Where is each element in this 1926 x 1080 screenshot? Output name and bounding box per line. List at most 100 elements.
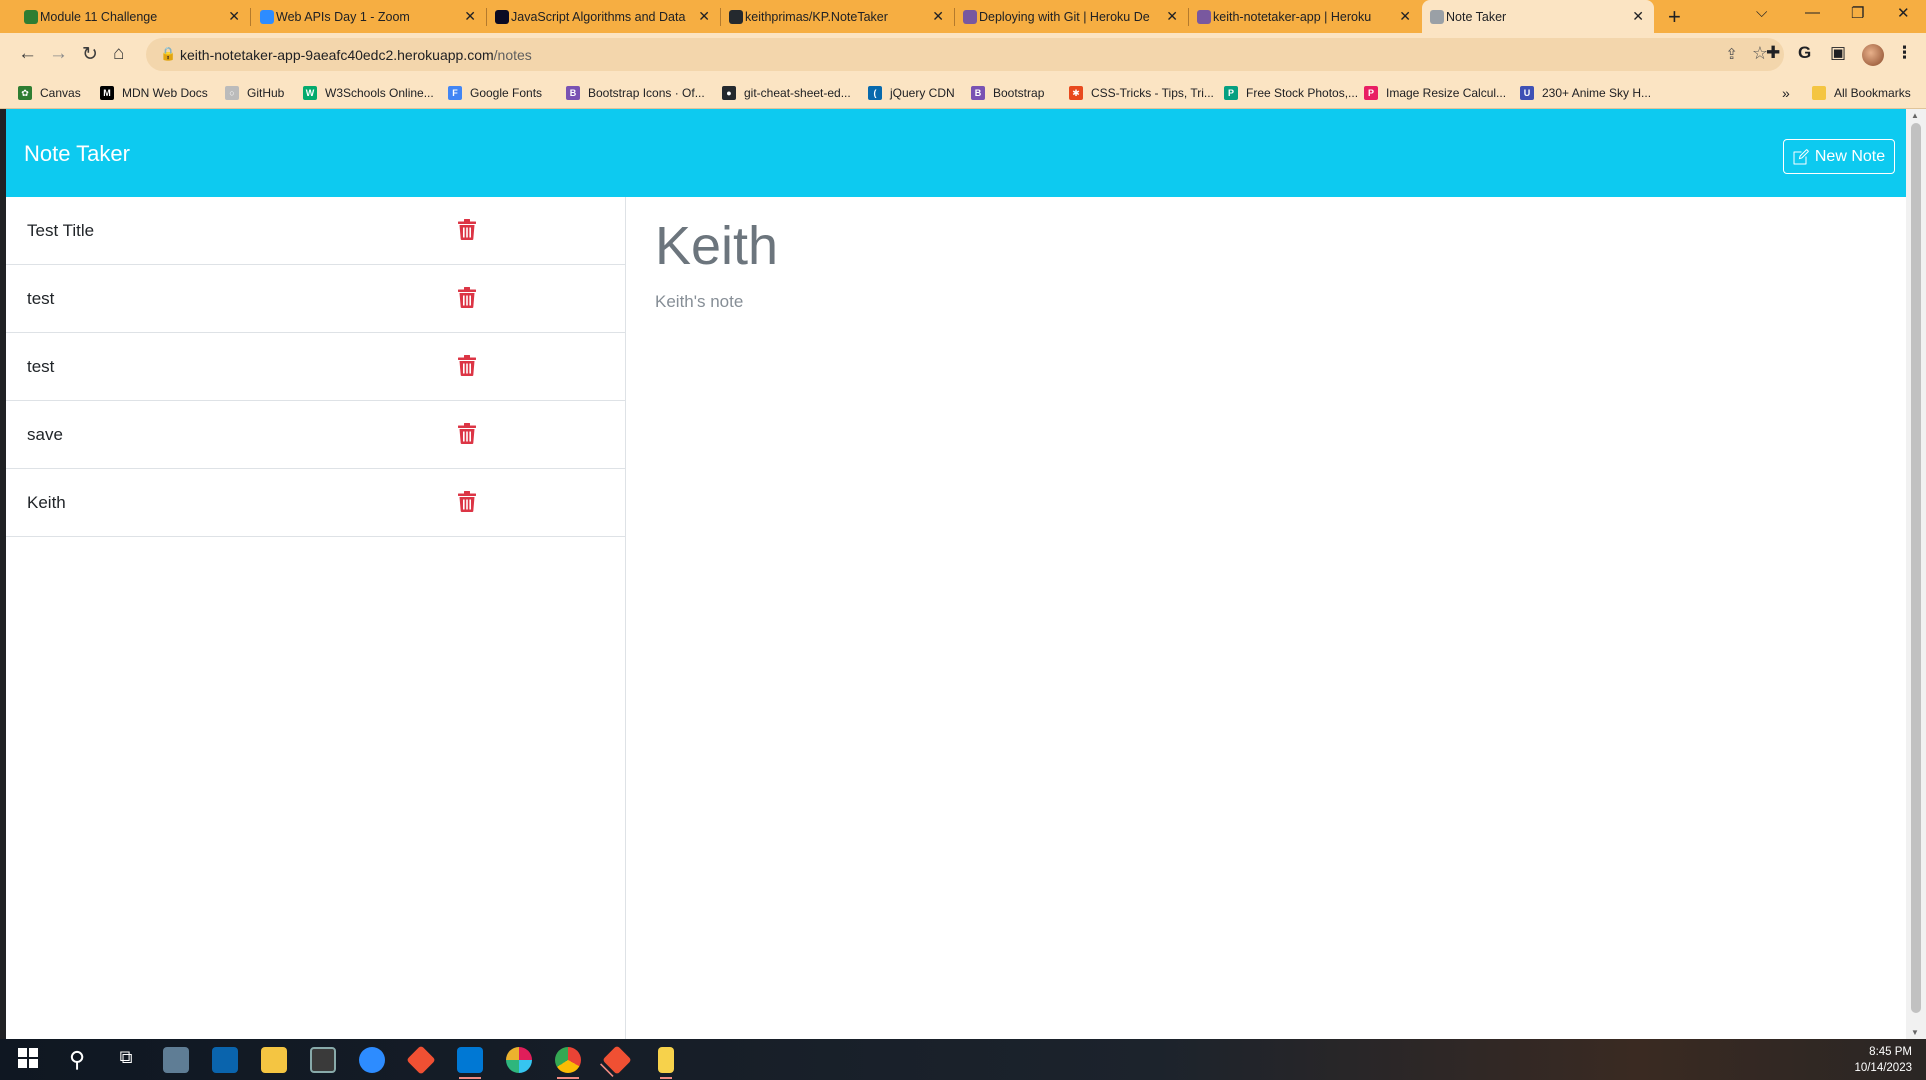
bookmark-favicon-icon: F bbox=[448, 86, 462, 100]
scrollbar-thumb[interactable] bbox=[1911, 123, 1921, 1013]
minimize-button[interactable]: — bbox=[1805, 4, 1820, 21]
bookmark-item[interactable]: U 230+ Anime Sky H... bbox=[1520, 77, 1651, 109]
page-scrollbar[interactable]: ▲ ▼ bbox=[1906, 109, 1926, 1039]
grammarly-icon[interactable]: G bbox=[1798, 43, 1811, 63]
bookmark-label: Free Stock Photos,... bbox=[1246, 86, 1359, 100]
bookmark-item[interactable]: ✱ CSS-Tricks - Tips, Tri... bbox=[1069, 77, 1214, 109]
share-icon[interactable]: ⇪ bbox=[1725, 45, 1738, 63]
note-list-item[interactable]: test bbox=[6, 333, 626, 401]
browser-tab[interactable]: keith-notetaker-app | Heroku ✕ bbox=[1189, 0, 1421, 33]
note-title-input[interactable]: Keith bbox=[655, 215, 778, 277]
browser-tab[interactable]: Module 11 Challenge ✕ bbox=[16, 0, 251, 33]
note-list-item[interactable]: save bbox=[6, 401, 626, 469]
back-icon[interactable]: ← bbox=[18, 43, 37, 65]
note-list-item[interactable]: test bbox=[6, 265, 626, 333]
url-host: keith-notetaker-app-9aeafc40edc2.herokua… bbox=[180, 47, 494, 63]
tab-title: keith-notetaker-app | Heroku bbox=[1213, 9, 1372, 24]
forward-icon[interactable]: → bbox=[49, 43, 68, 65]
extensions-icon[interactable]: ✚ bbox=[1766, 43, 1780, 63]
more-bookmarks-icon[interactable]: » bbox=[1782, 77, 1790, 109]
browser-tab[interactable]: Web APIs Day 1 - Zoom ✕ bbox=[252, 0, 487, 33]
chrome-icon[interactable] bbox=[555, 1047, 581, 1079]
note-list-title[interactable]: test bbox=[27, 357, 54, 377]
note-list-title[interactable]: Test Title bbox=[27, 221, 94, 241]
browser-tab[interactable]: Deploying with Git | Heroku De ✕ bbox=[955, 0, 1189, 33]
tab-close-icon[interactable]: ✕ bbox=[932, 8, 944, 25]
url-path: /notes bbox=[493, 47, 532, 63]
bookmark-item[interactable]: P Free Stock Photos,... bbox=[1224, 77, 1358, 109]
all-bookmarks[interactable]: All Bookmarks bbox=[1812, 77, 1911, 109]
bookmark-label: GitHub bbox=[247, 86, 285, 100]
profile-avatar[interactable] bbox=[1862, 44, 1884, 66]
system-clock[interactable]: 8:45 PM 10/14/2023 bbox=[1854, 1044, 1912, 1076]
browser-tab[interactable]: JavaScript Algorithms and Data ✕ bbox=[487, 0, 721, 33]
tab-close-icon[interactable]: ✕ bbox=[1632, 8, 1644, 25]
note-list-title[interactable]: Keith bbox=[27, 493, 66, 513]
notes-list: Test Title test test save Keith bbox=[6, 197, 626, 1039]
menu-icon[interactable]: ⋮ bbox=[1896, 43, 1913, 63]
calculator-icon[interactable] bbox=[310, 1047, 336, 1073]
zoom-app-icon[interactable] bbox=[359, 1047, 385, 1073]
browser-toolbar: ← → ↻ ⌂ 🔒 keith-notetaker-app-9aeafc40ed… bbox=[0, 33, 1926, 77]
file-explorer-icon[interactable] bbox=[261, 1047, 287, 1073]
scroll-down-icon[interactable]: ▼ bbox=[1911, 1028, 1919, 1037]
bookmark-item[interactable]: B Bootstrap bbox=[971, 77, 1044, 109]
trash-icon[interactable] bbox=[458, 355, 476, 376]
note-list-item[interactable]: Test Title bbox=[6, 197, 626, 265]
close-window-button[interactable]: ✕ bbox=[1897, 4, 1910, 22]
windows-start-icon[interactable] bbox=[17, 1047, 43, 1073]
bookmark-item[interactable]: W W3Schools Online... bbox=[303, 77, 434, 109]
bookmark-favicon-icon: ✿ bbox=[18, 86, 32, 100]
bookmark-item[interactable]: B Bootstrap Icons · Of... bbox=[566, 77, 705, 109]
camera-icon[interactable] bbox=[163, 1047, 189, 1073]
bookmark-item[interactable]: (jQuery CDN bbox=[868, 77, 955, 109]
note-list-title[interactable]: save bbox=[27, 425, 63, 445]
home-icon[interactable]: ⌂ bbox=[113, 43, 124, 65]
git-icon[interactable] bbox=[406, 1045, 436, 1075]
tab-title: Web APIs Day 1 - Zoom bbox=[276, 9, 410, 24]
tab-close-icon[interactable]: ✕ bbox=[698, 8, 710, 25]
tab-search-icon[interactable]: ⌵ bbox=[1756, 4, 1767, 21]
side-panel-icon[interactable]: ▣ bbox=[1830, 43, 1846, 63]
tab-close-icon[interactable]: ✕ bbox=[228, 8, 240, 25]
tab-close-icon[interactable]: ✕ bbox=[1166, 8, 1178, 25]
note-list-title[interactable]: test bbox=[27, 289, 54, 309]
browser-tab[interactable]: keithprimas/KP.NoteTaker ✕ bbox=[721, 0, 955, 33]
heroku-icon bbox=[963, 10, 977, 24]
bookmark-item[interactable]: F Google Fonts bbox=[448, 77, 542, 109]
address-url[interactable]: keith-notetaker-app-9aeafc40edc2.herokua… bbox=[180, 47, 532, 63]
mail-icon[interactable] bbox=[212, 1047, 238, 1073]
trash-icon[interactable] bbox=[458, 423, 476, 444]
new-note-button[interactable]: New Note bbox=[1783, 139, 1895, 174]
tab-close-icon[interactable]: ✕ bbox=[464, 8, 476, 25]
browser-tab[interactable]: Note Taker ✕ bbox=[1422, 0, 1654, 33]
note-text-area[interactable]: Keith's note bbox=[655, 292, 743, 312]
bookmark-item[interactable]: ○ GitHub bbox=[225, 77, 284, 109]
web-page: Note Taker New Note Test Title test test sa… bbox=[6, 109, 1906, 1039]
sticky-notes-icon[interactable] bbox=[658, 1047, 674, 1079]
bookmark-item[interactable]: M MDN Web Docs bbox=[100, 77, 208, 109]
address-bar[interactable]: 🔒 keith-notetaker-app-9aeafc40edc2.herok… bbox=[146, 38, 1784, 71]
trash-icon[interactable] bbox=[458, 491, 476, 512]
search-icon[interactable]: ⚲ bbox=[64, 1047, 90, 1073]
bookmark-item[interactable]: ● git-cheat-sheet-ed... bbox=[722, 77, 851, 109]
restore-button[interactable]: ❐ bbox=[1851, 4, 1864, 22]
app-brand[interactable]: Note Taker bbox=[24, 141, 130, 167]
browser-tab-strip: Module 11 Challenge ✕ Web APIs Day 1 - Zoo… bbox=[0, 0, 1926, 33]
bookmark-label: Google Fonts bbox=[470, 86, 543, 100]
slack-icon[interactable] bbox=[506, 1047, 532, 1073]
vscode-icon[interactable] bbox=[457, 1047, 483, 1079]
bookmark-item[interactable]: P Image Resize Calcul... bbox=[1364, 77, 1506, 109]
note-list-item[interactable]: Keith bbox=[6, 469, 626, 537]
trash-icon[interactable] bbox=[458, 287, 476, 308]
reload-icon[interactable]: ↻ bbox=[82, 43, 98, 66]
app-navbar: Note Taker New Note bbox=[6, 109, 1906, 197]
tab-close-icon[interactable]: ✕ bbox=[1399, 8, 1411, 25]
task-view-icon[interactable]: ⧉ bbox=[113, 1047, 139, 1073]
new-tab-button[interactable]: + bbox=[1668, 4, 1681, 30]
bookmark-item[interactable]: ✿ Canvas bbox=[18, 77, 81, 109]
git-bash-icon[interactable] bbox=[602, 1045, 632, 1075]
scroll-up-icon[interactable]: ▲ bbox=[1911, 111, 1919, 120]
trash-icon[interactable] bbox=[458, 219, 476, 240]
heroku-icon bbox=[1197, 10, 1211, 24]
